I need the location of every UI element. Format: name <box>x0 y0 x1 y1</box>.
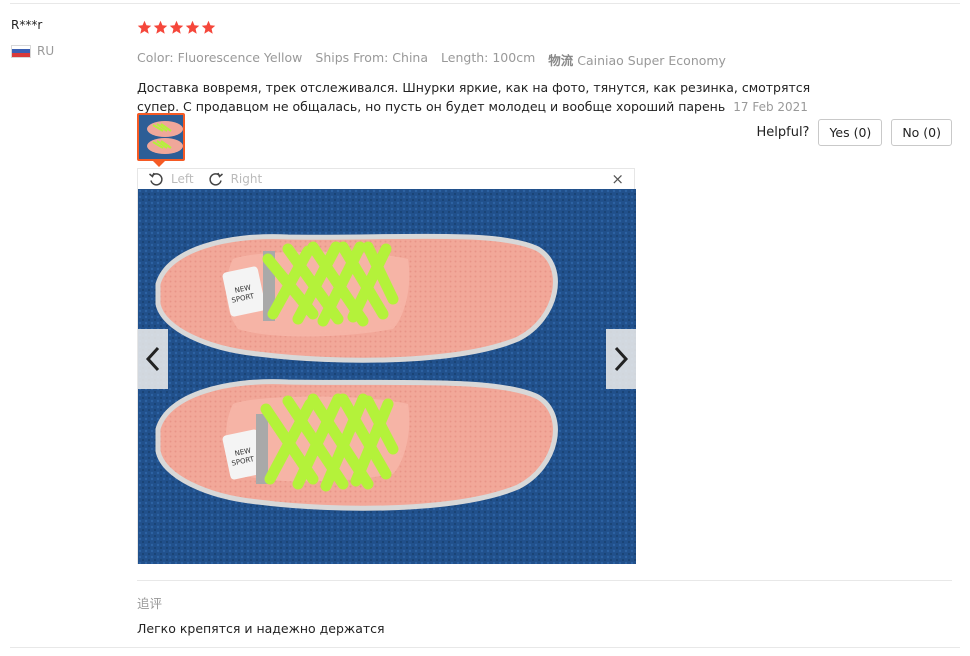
rotate-right-button[interactable]: Right <box>208 171 263 187</box>
russia-flag-icon <box>11 44 31 58</box>
followup-label: 追评 <box>137 596 163 611</box>
review-body: Color: Fluorescence Yellow Ships From: C… <box>137 18 952 167</box>
photo-viewer: Left Right × NEW SPORT NEW SPORT <box>137 168 636 564</box>
review-content: Доставка вовремя, трек отслеживался. Шну… <box>137 78 817 137</box>
rotate-left-icon <box>149 172 163 186</box>
attr-color: Color: Fluorescence Yellow <box>137 50 303 65</box>
star-icon <box>137 20 152 35</box>
previous-photo-button[interactable] <box>138 329 168 389</box>
star-icon <box>153 20 168 35</box>
rotate-right-icon <box>208 172 223 186</box>
review-text: Доставка вовремя, трек отслеживался. Шну… <box>137 80 811 114</box>
followup-divider <box>137 580 952 581</box>
review-attributes: Color: Fluorescence Yellow Ships From: C… <box>137 50 952 69</box>
reviewer-name: R***r <box>11 18 43 32</box>
attr-length: Length: 100cm <box>441 50 536 65</box>
reviewer-info: R***r RU <box>11 18 54 58</box>
star-icon <box>185 20 200 35</box>
rotate-right-label: Right <box>230 172 263 186</box>
bottom-divider <box>10 647 960 648</box>
viewer-toolbar: Left Right × <box>138 169 634 189</box>
helpful-no-button[interactable]: No (0) <box>891 119 952 146</box>
star-icon <box>169 20 184 35</box>
reviewer-country: RU <box>11 44 54 58</box>
helpful-yes-button[interactable]: Yes (0) <box>818 119 883 146</box>
country-code: RU <box>37 44 55 58</box>
followup-text: Легко крепятся и надежно держатся <box>137 621 385 636</box>
helpful-label: Helpful? <box>756 125 810 140</box>
thumbnail-selected-indicator <box>153 161 165 167</box>
close-viewer-icon[interactable]: × <box>611 170 624 188</box>
star-icon <box>201 20 216 35</box>
rotate-left-button[interactable]: Left <box>148 171 194 187</box>
logistics-icon: 物流 <box>548 53 574 68</box>
top-divider <box>10 3 960 4</box>
star-rating <box>137 18 952 36</box>
helpful-vote: Helpful? Yes (0) No (0) <box>756 119 952 146</box>
review-photo-thumbnail[interactable] <box>137 113 185 161</box>
chevron-left-icon <box>145 346 160 372</box>
review-photo: NEW SPORT NEW SPORT <box>138 189 636 564</box>
chevron-right-icon <box>614 346 629 372</box>
next-photo-button[interactable] <box>606 329 636 389</box>
attr-logistics: 物流 Cainiao Super Economy <box>548 50 726 69</box>
attr-ships-from: Ships From: China <box>315 50 429 65</box>
rotate-left-label: Left <box>171 172 194 186</box>
logistics-label: Cainiao Super Economy <box>577 53 726 68</box>
